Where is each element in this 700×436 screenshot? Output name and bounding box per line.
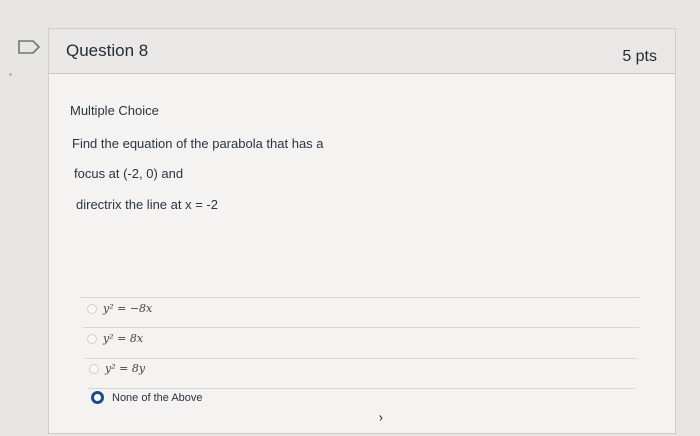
answer-option-3[interactable]: y² = 8y bbox=[89, 362, 145, 375]
mouse-cursor-icon bbox=[379, 415, 383, 421]
question-card: Question 8 5 pts Multiple Choice Find th… bbox=[48, 28, 676, 434]
flag-question-icon[interactable] bbox=[18, 40, 40, 54]
answer-divider bbox=[87, 388, 635, 389]
answer-option-label: y² = 8y bbox=[105, 362, 146, 375]
radio-button[interactable] bbox=[87, 333, 97, 344]
answer-divider bbox=[83, 327, 639, 328]
question-text-line-1: Find the equation of the parabola that h… bbox=[72, 136, 324, 151]
decorative-dot bbox=[9, 73, 12, 76]
question-title: Question 8 bbox=[66, 41, 149, 60]
radio-button[interactable] bbox=[87, 303, 97, 314]
question-points: 5 pts bbox=[622, 48, 657, 65]
answer-option-label: y² = −8x bbox=[103, 302, 153, 315]
question-type: Multiple Choice bbox=[70, 103, 159, 118]
answer-option-4[interactable]: None of the Above bbox=[91, 391, 203, 404]
answer-option-2[interactable]: y² = 8x bbox=[87, 332, 143, 345]
radio-button[interactable] bbox=[89, 363, 99, 374]
answer-option-label: y² = 8x bbox=[103, 332, 144, 345]
question-text-line-3: directrix the line at x = -2 bbox=[76, 197, 218, 212]
radio-button-selected[interactable] bbox=[91, 391, 104, 404]
answer-option-1[interactable]: y² = −8x bbox=[87, 302, 152, 315]
question-header: Question 8 5 pts bbox=[49, 29, 675, 74]
answer-option-label: None of the Above bbox=[112, 391, 203, 404]
answer-divider bbox=[85, 358, 637, 359]
answer-divider bbox=[81, 297, 639, 298]
question-text-line-2: focus at (-2, 0) and bbox=[74, 166, 184, 181]
